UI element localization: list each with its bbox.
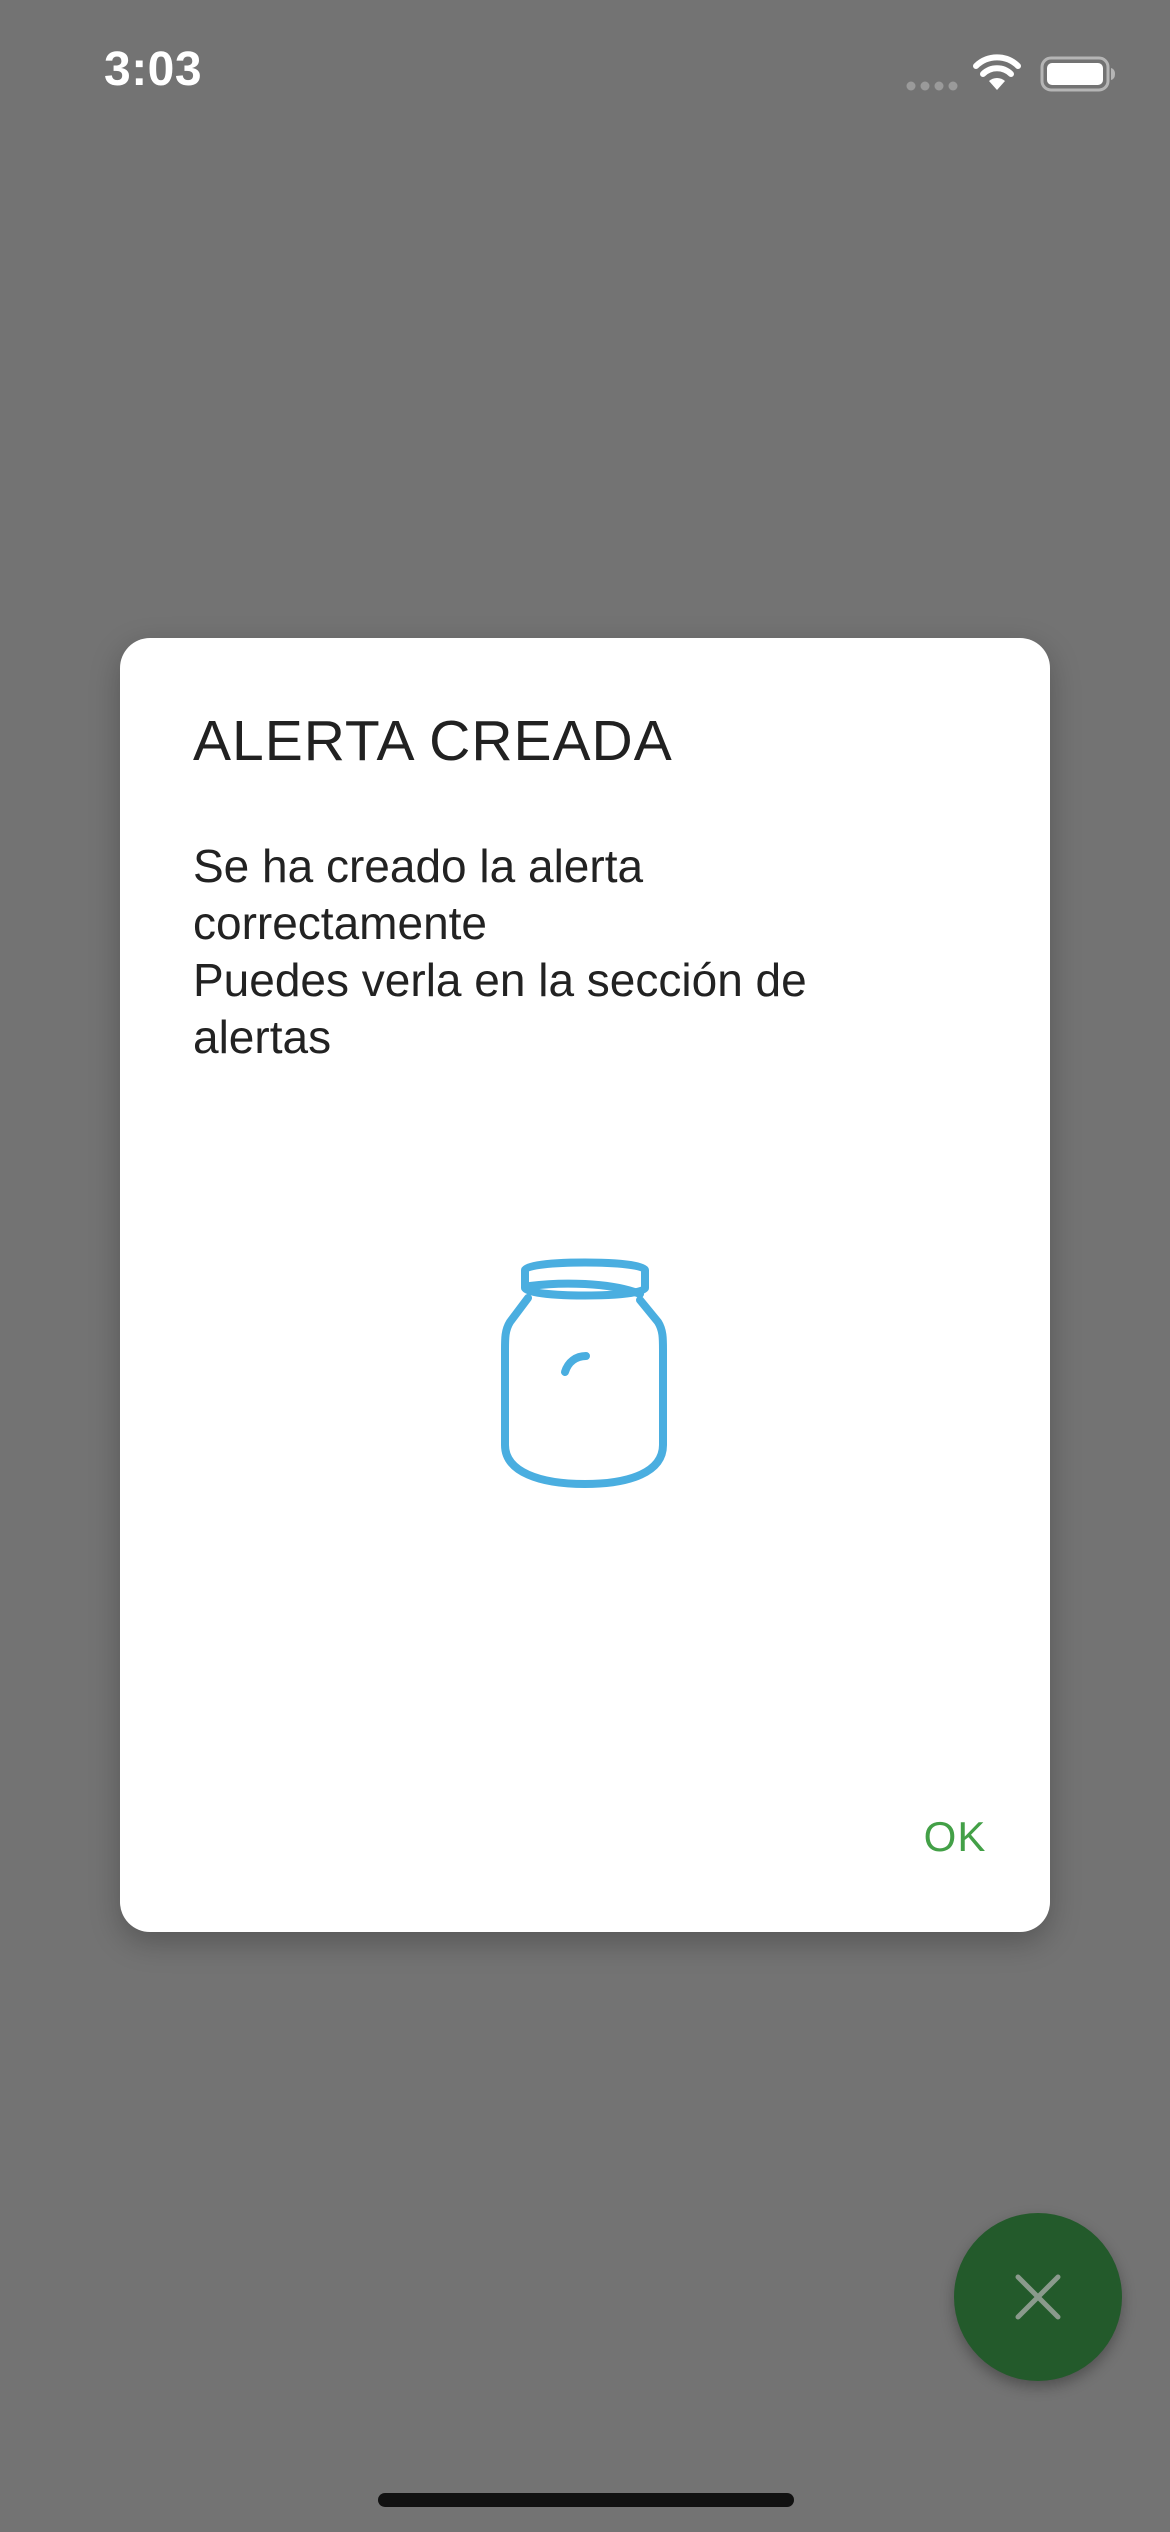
jar-icon — [501, 1258, 667, 1488]
status-bar: 3:03 — [0, 0, 1170, 150]
alert-dialog: ALERTA CREADA Se ha creado la alerta cor… — [120, 638, 1050, 1932]
close-icon — [1015, 2274, 1061, 2320]
close-fab-button[interactable] — [954, 2213, 1122, 2381]
home-indicator — [378, 2493, 794, 2507]
dialog-message: Se ha creado la alerta correctamente Pue… — [193, 840, 807, 1063]
wifi-icon — [973, 54, 1021, 90]
signal-icon — [906, 81, 958, 91]
battery-icon — [1040, 56, 1115, 92]
status-time: 3:03 — [104, 43, 203, 96]
ok-button[interactable]: OK — [900, 1802, 1010, 1872]
dialog-title: ALERTA CREADA — [193, 709, 673, 773]
